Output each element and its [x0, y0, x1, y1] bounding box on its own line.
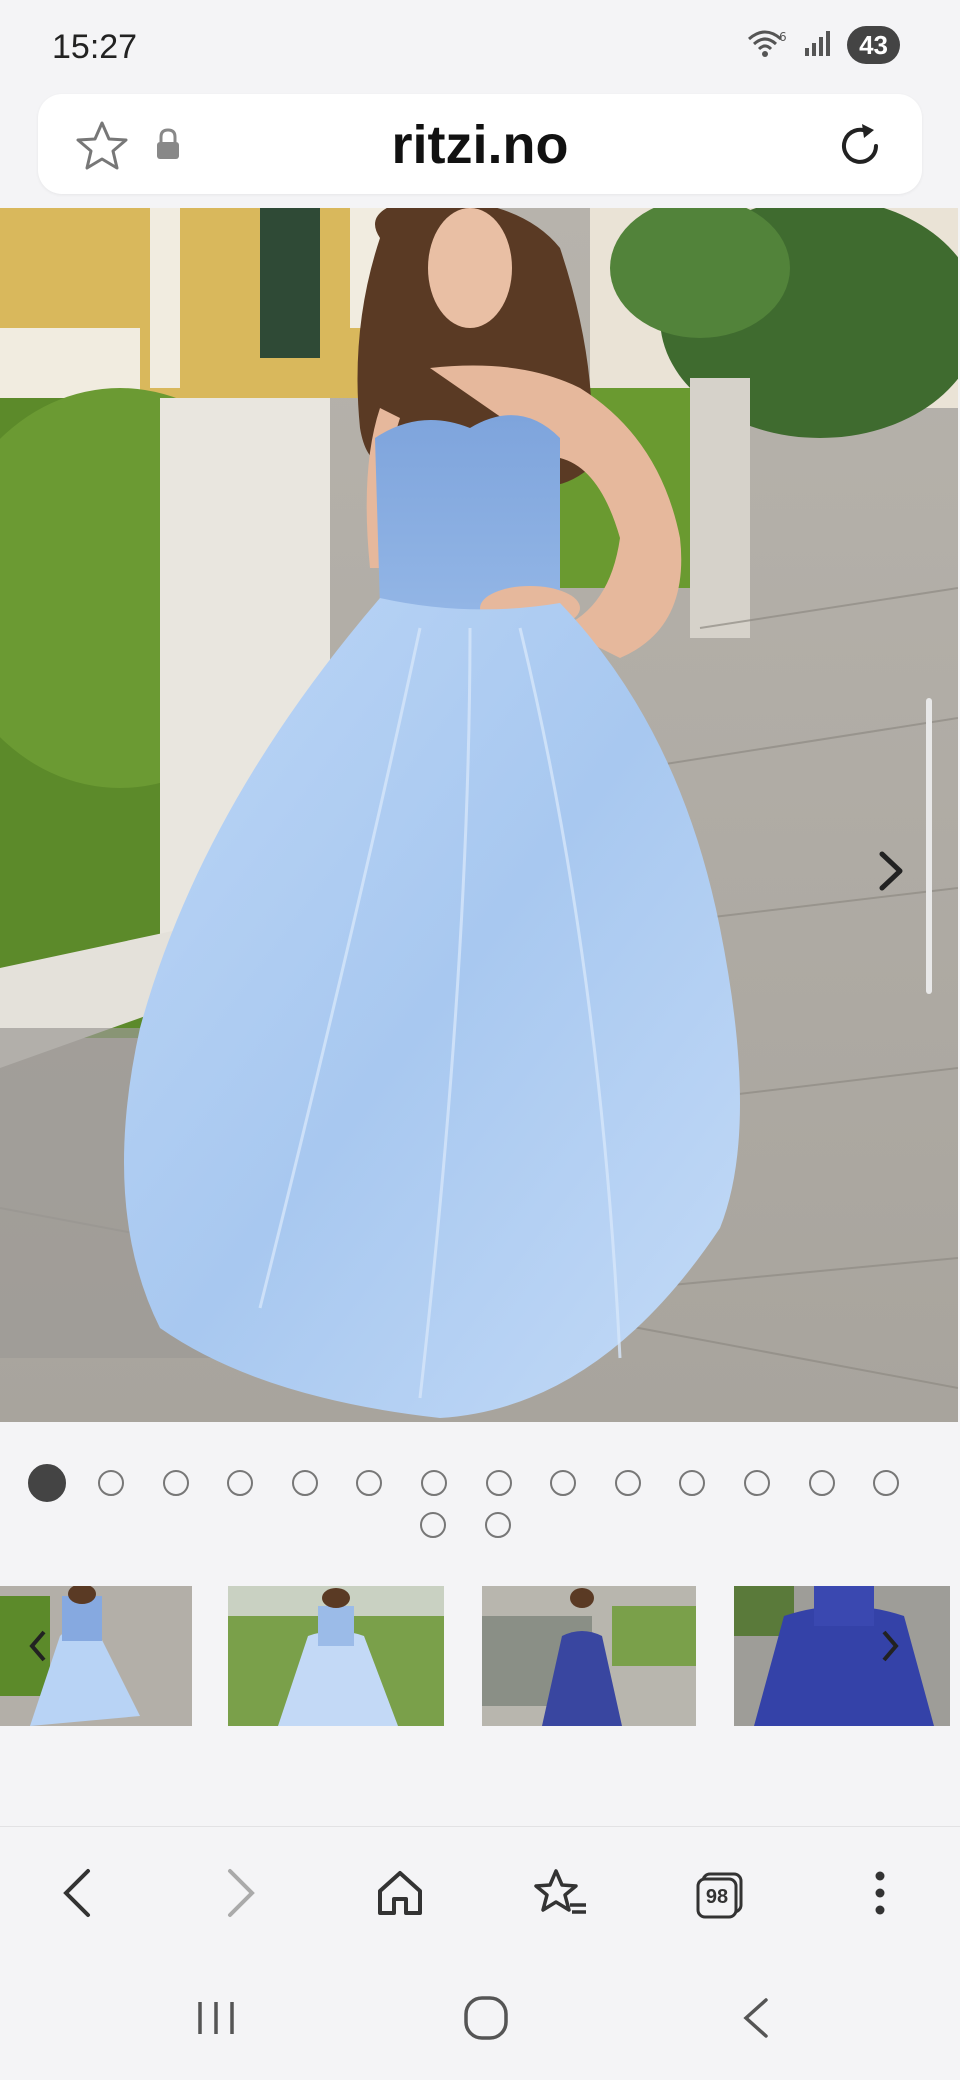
- recents-icon: [194, 1998, 238, 2043]
- tabs-count: 98: [705, 1886, 729, 1908]
- tabs-icon: 98: [695, 1870, 745, 1920]
- forward-button[interactable]: [200, 1855, 280, 1935]
- product-image[interactable]: [0, 208, 958, 1422]
- status-bar: 15:27 6 43: [0, 0, 960, 92]
- battery-icon: 43: [847, 26, 900, 64]
- dot-row-2: [420, 1512, 511, 1538]
- dot[interactable]: [743, 1470, 770, 1496]
- url-text[interactable]: ritzi.no: [38, 114, 922, 176]
- dot-row-1: [28, 1464, 900, 1502]
- back-icon: [58, 1865, 98, 1926]
- address-bar[interactable]: ritzi.no: [38, 94, 922, 194]
- dot[interactable]: [291, 1470, 318, 1496]
- tabs-button[interactable]: 98: [680, 1855, 760, 1935]
- dot[interactable]: [227, 1470, 254, 1496]
- dot[interactable]: [420, 1470, 447, 1496]
- next-image-icon[interactable]: [874, 846, 908, 896]
- dot[interactable]: [614, 1470, 641, 1496]
- scrollbar[interactable]: [926, 698, 932, 994]
- svg-text:6: 6: [779, 30, 787, 44]
- more-button[interactable]: [840, 1855, 920, 1935]
- reload-icon[interactable]: [832, 118, 888, 179]
- thumbnail-4[interactable]: [734, 1586, 950, 1726]
- more-icon: [874, 1868, 886, 1923]
- thumbnail-3[interactable]: [482, 1586, 696, 1726]
- thumbs-next-icon[interactable]: [880, 1628, 900, 1669]
- system-navigation: [0, 1960, 960, 2080]
- dot[interactable]: [484, 1512, 511, 1538]
- thumbnail-1[interactable]: [0, 1586, 192, 1726]
- back-button[interactable]: [38, 1855, 118, 1935]
- dot[interactable]: [356, 1470, 383, 1496]
- status-time: 15:27: [52, 28, 138, 66]
- dot[interactable]: [420, 1512, 446, 1538]
- dot[interactable]: [808, 1470, 835, 1496]
- dot[interactable]: [162, 1470, 189, 1496]
- home-icon: [374, 1867, 426, 1924]
- wifi-6-icon: 6: [745, 27, 789, 64]
- bookmarks-button[interactable]: [520, 1855, 600, 1935]
- dot[interactable]: [485, 1470, 512, 1496]
- system-back-button[interactable]: [716, 1990, 796, 2050]
- forward-icon: [220, 1865, 260, 1926]
- status-icons: 6 43: [745, 26, 900, 64]
- home-button[interactable]: [360, 1855, 440, 1935]
- browser-toolbar: 98: [0, 1826, 960, 1957]
- dot[interactable]: [98, 1470, 124, 1496]
- thumbnail-strip: [0, 1586, 960, 1726]
- thumbnail-2[interactable]: [228, 1586, 444, 1726]
- dot[interactable]: [873, 1470, 900, 1496]
- recents-button[interactable]: [176, 1990, 256, 2050]
- system-back-icon: [740, 1996, 772, 2045]
- dot[interactable]: [550, 1470, 577, 1496]
- home-circle-icon: [462, 1994, 510, 2047]
- dot-active[interactable]: [28, 1464, 66, 1502]
- dot[interactable]: [679, 1470, 706, 1496]
- bookmarks-icon: [532, 1867, 588, 1924]
- system-home-button[interactable]: [446, 1990, 526, 2050]
- signal-icon: [803, 28, 833, 63]
- thumbs-prev-icon[interactable]: [28, 1628, 48, 1669]
